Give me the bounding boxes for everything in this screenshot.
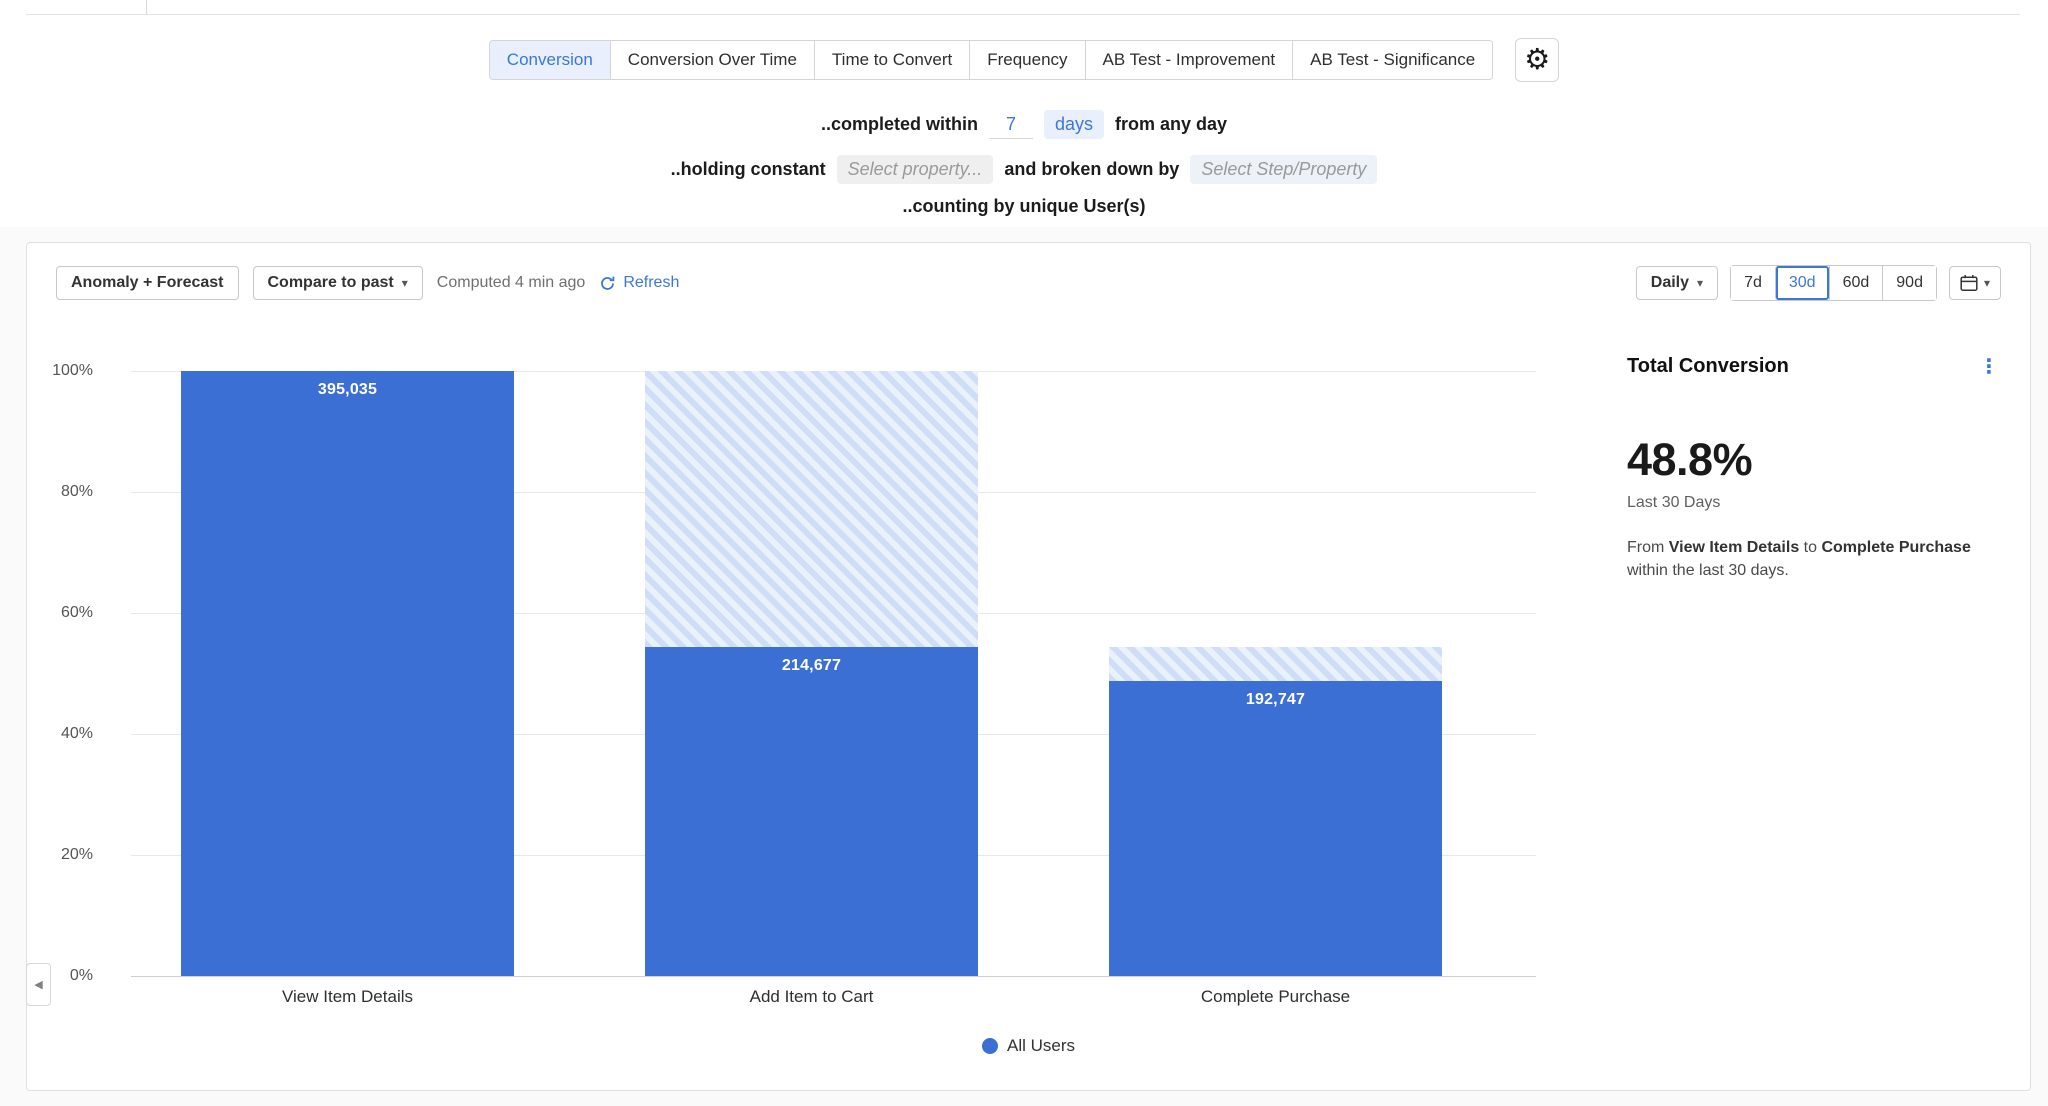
conversion-value: 48.8%: [1627, 434, 1999, 486]
interval-label: Daily: [1651, 274, 1689, 292]
range-30d[interactable]: 30d: [1775, 266, 1829, 300]
chevron-down-icon: ▾: [1984, 277, 1990, 289]
tab-time-to-convert[interactable]: Time to Convert: [814, 41, 969, 79]
top-strip: [0, 0, 2048, 14]
funnel-query-header: ConversionConversion Over TimeTime to Co…: [0, 15, 2048, 227]
bar-value-label: 192,747: [1109, 691, 1442, 709]
holding-property-select[interactable]: Select property...: [837, 155, 994, 184]
window-unit-dropdown[interactable]: days: [1044, 110, 1104, 139]
y-axis-tick: 20%: [35, 846, 93, 864]
view-tabs: ConversionConversion Over TimeTime to Co…: [489, 40, 1493, 80]
chart-toolbar-left: Anomaly + Forecast Compare to past ▾ Com…: [56, 266, 679, 300]
chart-legend[interactable]: All Users: [27, 1036, 2030, 1056]
y-axis-tick: 80%: [35, 483, 93, 501]
range-60d[interactable]: 60d: [1829, 266, 1883, 300]
tab-frequency[interactable]: Frequency: [969, 41, 1084, 79]
conversion-period: Last 30 Days: [1627, 494, 1999, 512]
y-axis-tick: 100%: [35, 362, 93, 380]
tab-ab-test-improvement[interactable]: AB Test - Improvement: [1085, 41, 1293, 79]
x-axis-label: Complete Purchase: [1109, 987, 1442, 1007]
drop-off-segment[interactable]: [1109, 647, 1442, 681]
completed-within-label: ..completed within: [821, 114, 978, 135]
counting-by-row: ..counting by unique User(s): [0, 196, 2048, 217]
bar-value-label: 214,677: [645, 657, 978, 675]
summary-title: Total Conversion: [1627, 355, 1789, 378]
divider: [146, 0, 147, 14]
counting-by-label: ..counting by unique User(s): [902, 196, 1145, 217]
kebab-menu-icon[interactable]: ⋮: [1979, 357, 1999, 377]
compare-to-past-dropdown[interactable]: Compare to past ▾: [253, 266, 423, 300]
triangle-left-icon: ◀: [34, 978, 42, 991]
refresh-label: Refresh: [623, 274, 679, 292]
tab-conversion[interactable]: Conversion: [490, 41, 610, 79]
calendar-dropdown[interactable]: ▾: [1949, 266, 2001, 300]
conversion-window-row: ..completed within 7 days from any day: [0, 110, 2048, 139]
x-axis-label: Add Item to Cart: [645, 987, 978, 1007]
funnel-bar[interactable]: 192,747: [1109, 681, 1442, 976]
from-any-day-label: from any day: [1115, 114, 1227, 135]
broken-down-by-label: and broken down by: [1004, 159, 1179, 180]
total-conversion-panel: Total Conversion ⋮ 48.8% Last 30 Days Fr…: [1627, 355, 1999, 582]
legend-label: All Users: [1007, 1036, 1075, 1056]
drop-off-segment[interactable]: [645, 371, 978, 647]
tab-conversion-over-time[interactable]: Conversion Over Time: [610, 41, 814, 79]
compare-to-past-label: Compare to past: [268, 274, 394, 292]
chevron-down-icon: ▾: [1697, 277, 1703, 289]
anomaly-forecast-button[interactable]: Anomaly + Forecast: [56, 266, 239, 300]
bar-value-label: 395,035: [181, 381, 514, 399]
funnel-chart: 0%20%40%60%80%100%395,035View Item Detai…: [131, 371, 1536, 976]
funnel-bar[interactable]: 214,677: [645, 647, 978, 976]
tab-ab-test-significance[interactable]: AB Test - Significance: [1292, 41, 1492, 79]
holding-constant-label: ..holding constant: [671, 159, 826, 180]
holding-breakdown-row: ..holding constant Select property... an…: [0, 155, 2048, 184]
refresh-icon: [599, 275, 616, 292]
chart-toolbar-right: Daily ▾ 7d30d60d90d ▾: [1636, 265, 2001, 301]
calendar-icon: [1960, 274, 1978, 292]
gear-icon: ⚙: [1524, 46, 1550, 75]
funnel-bar[interactable]: 395,035: [181, 371, 514, 976]
range-7d[interactable]: 7d: [1731, 266, 1775, 300]
summary-header: Total Conversion ⋮: [1627, 355, 1999, 378]
computed-timestamp: Computed 4 min ago: [437, 274, 586, 292]
legend-marker: [982, 1038, 998, 1054]
funnel-chart-card: Anomaly + Forecast Compare to past ▾ Com…: [26, 242, 2031, 1091]
chevron-down-icon: ▾: [402, 277, 408, 289]
collapse-panel-button[interactable]: ◀: [26, 963, 51, 1006]
breakdown-property-select[interactable]: Select Step/Property: [1190, 155, 1377, 184]
range-90d[interactable]: 90d: [1882, 266, 1936, 300]
interval-dropdown[interactable]: Daily ▾: [1636, 266, 1718, 300]
x-axis-label: View Item Details: [181, 987, 514, 1007]
y-axis-tick: 60%: [35, 604, 93, 622]
chart-toolbar: Anomaly + Forecast Compare to past ▾ Com…: [56, 265, 2001, 301]
conversion-description: From View Item Details to Complete Purch…: [1627, 536, 1999, 582]
view-tabs-row: ConversionConversion Over TimeTime to Co…: [0, 15, 2048, 82]
settings-button[interactable]: ⚙: [1515, 38, 1559, 82]
window-value-input[interactable]: 7: [989, 111, 1033, 139]
y-axis-tick: 40%: [35, 725, 93, 743]
refresh-button[interactable]: Refresh: [599, 274, 679, 292]
header-section: ConversionConversion Over TimeTime to Co…: [0, 0, 2048, 227]
date-range-selector: 7d30d60d90d: [1730, 265, 1937, 301]
